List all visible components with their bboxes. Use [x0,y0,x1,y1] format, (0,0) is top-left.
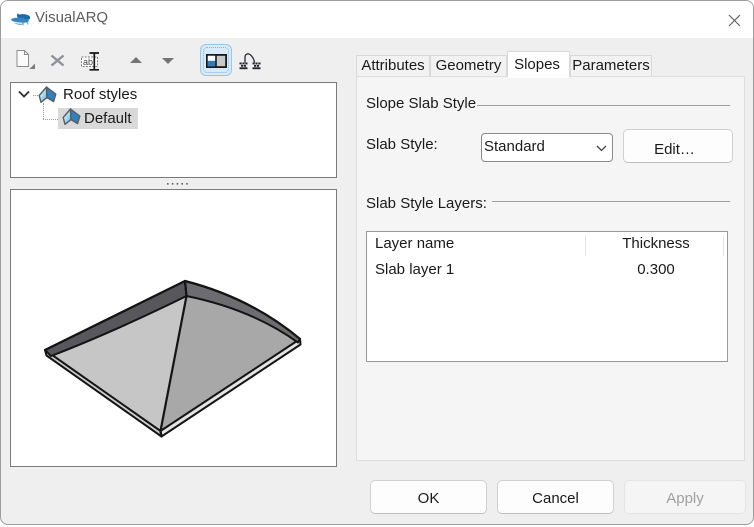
svg-text:ab: ab [83,57,93,67]
